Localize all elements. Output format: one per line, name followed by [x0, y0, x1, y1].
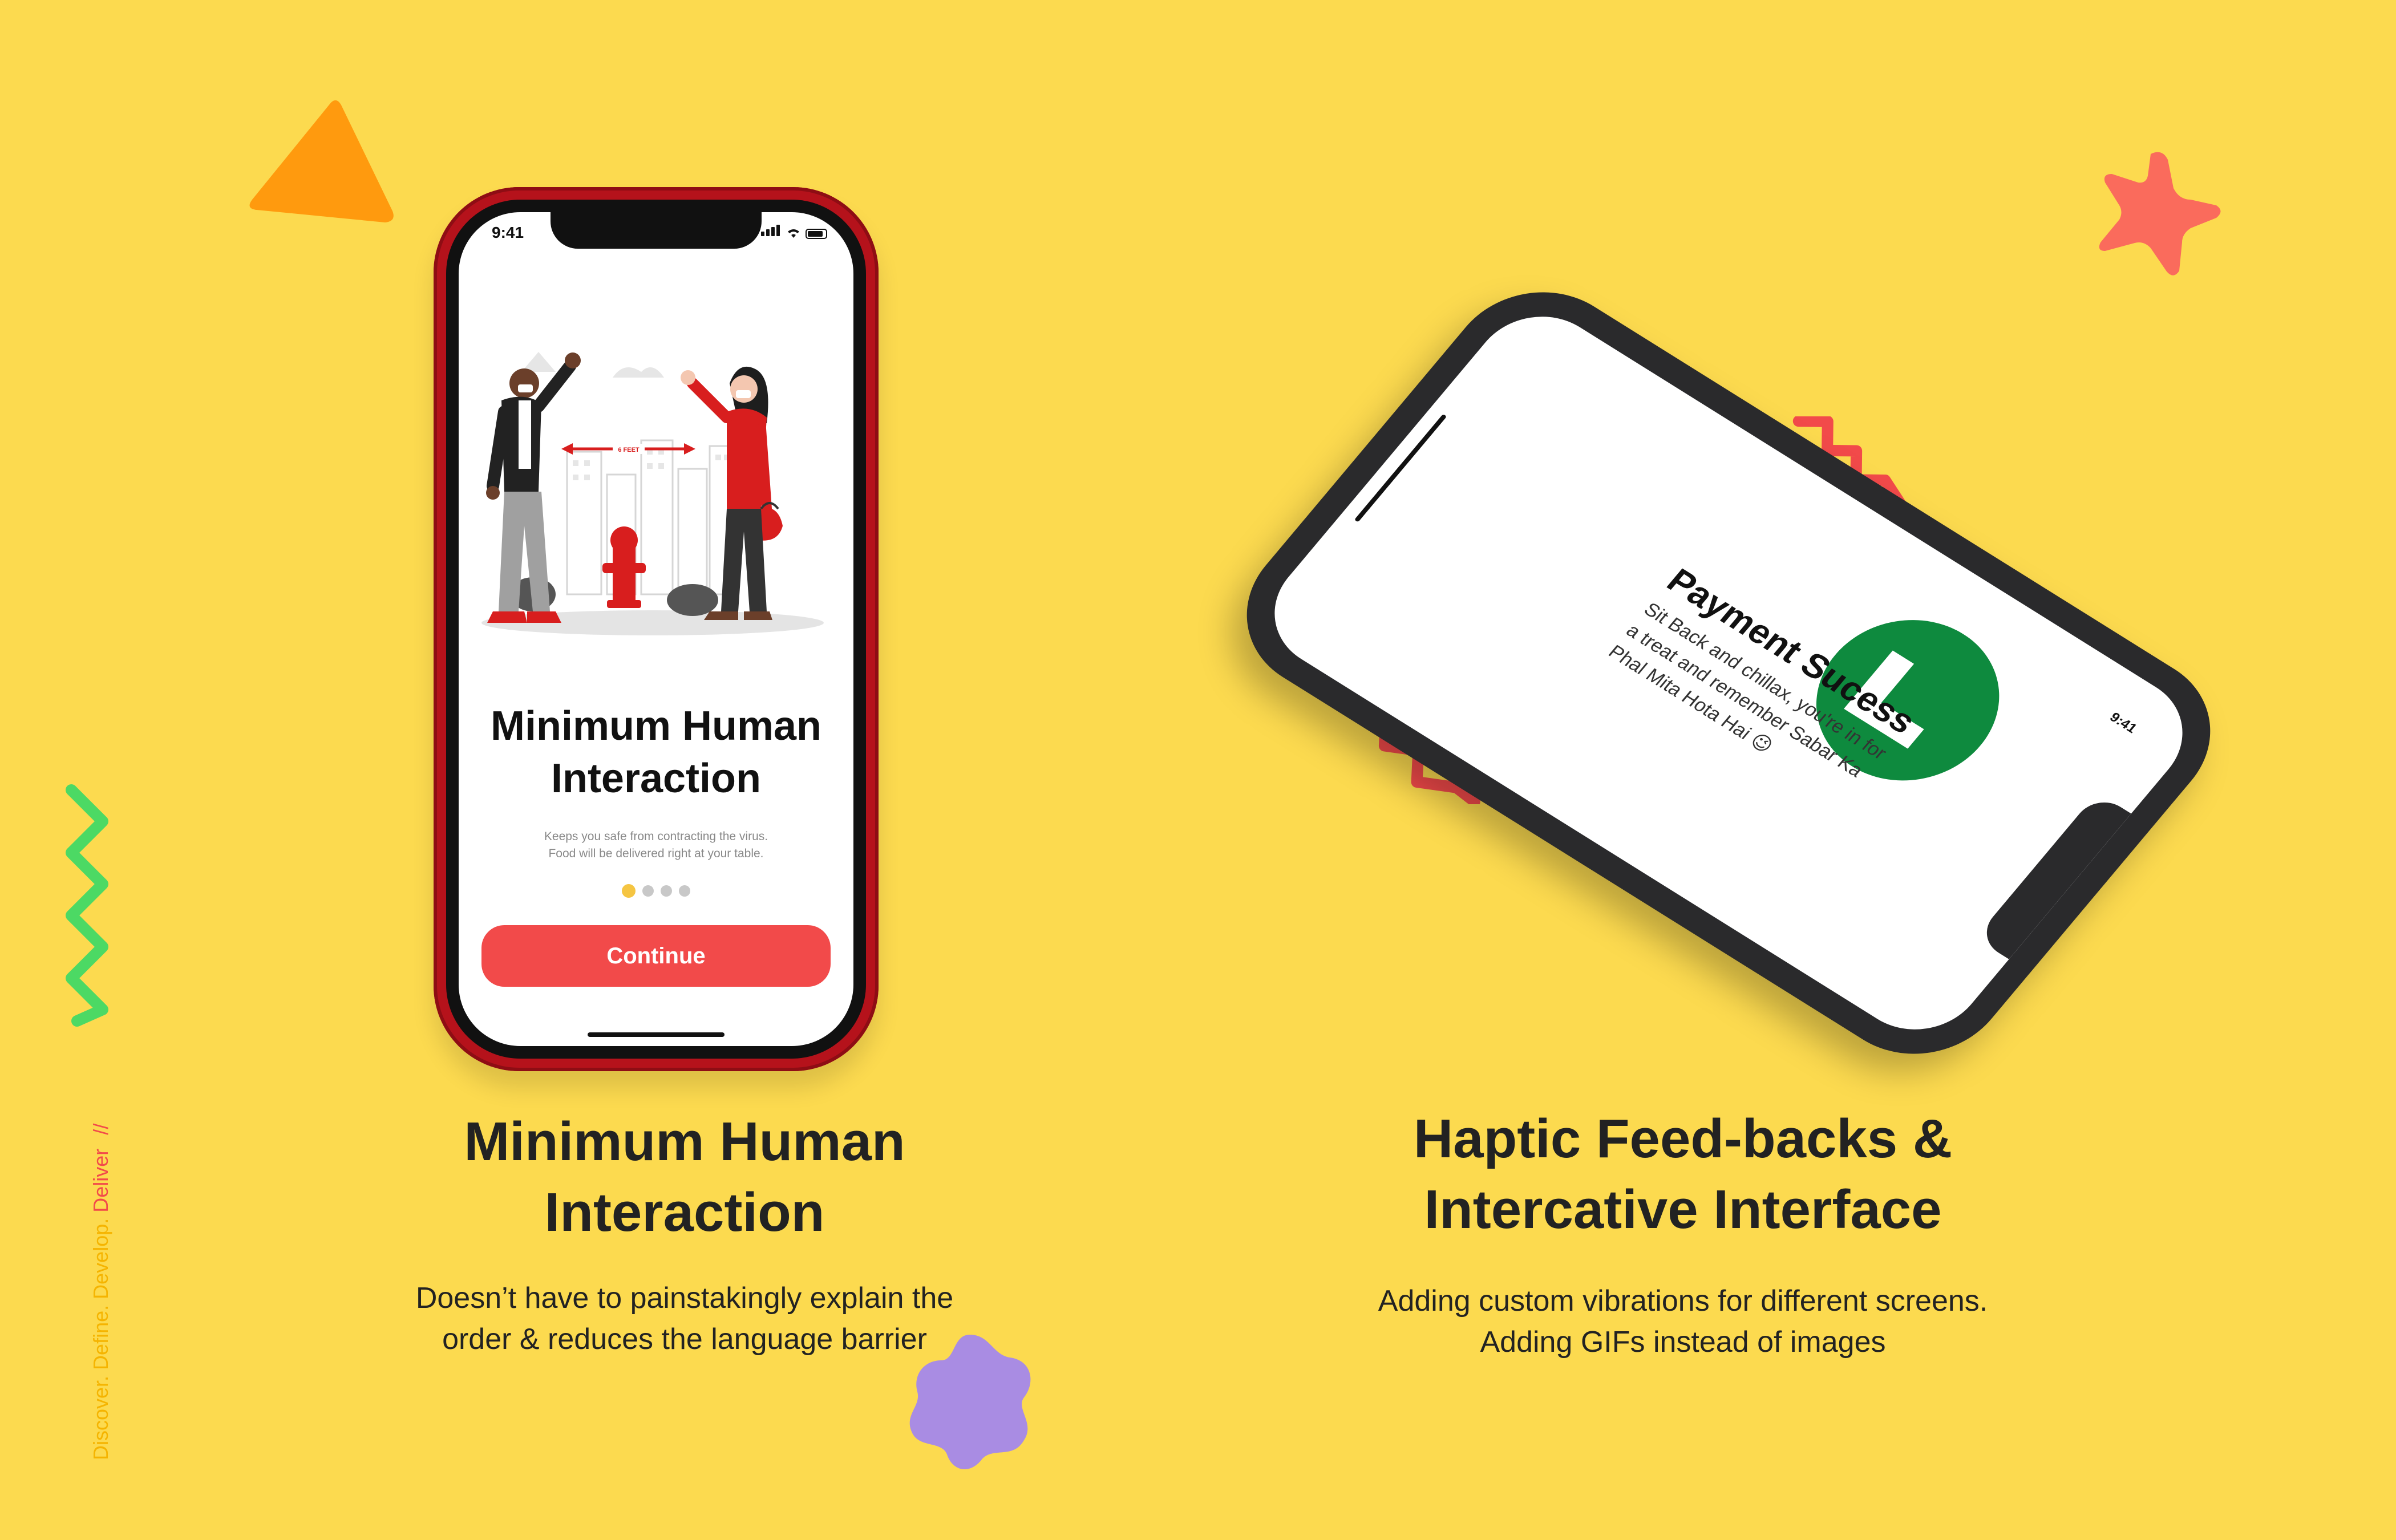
- status-icons: [761, 225, 827, 239]
- signal-icon: [761, 225, 782, 239]
- continue-button[interactable]: Continue: [481, 925, 831, 987]
- tag-slashes: //: [89, 1123, 112, 1135]
- phone-notch: [551, 212, 762, 249]
- page-dot-1[interactable]: [622, 884, 636, 898]
- phone-mockup-onboarding: 9:41 6 FEET Minimum Human Interaction Ke…: [434, 187, 879, 1071]
- onboarding-subtitle: Keeps you safe from contracting the viru…: [544, 830, 768, 860]
- home-indicator[interactable]: [1354, 414, 1447, 522]
- tag-deliver: Deliver: [89, 1148, 112, 1213]
- phone-screen: 9:41 6 FEET Minimum Human Interaction Ke…: [459, 212, 853, 1046]
- page-indicator: [459, 884, 853, 898]
- caption-right-title: Haptic Feed-backs & Intercative Interfac…: [1413, 1108, 1953, 1240]
- green-zigzag-shape: [60, 781, 117, 1027]
- tag-develop: Develop.: [89, 1218, 112, 1299]
- phone-bezel: 9:41 6 FEET Minimum Human Interaction Ke…: [446, 200, 866, 1059]
- coral-star-shape: [2088, 143, 2225, 279]
- orange-triangle-shape: [240, 91, 399, 240]
- page-dot-2[interactable]: [642, 885, 654, 897]
- caption-right-body: Adding custom vibrations for different s…: [1378, 1284, 1988, 1359]
- onboarding-title: Minimum Human Interaction: [490, 703, 821, 801]
- wifi-icon: [788, 229, 799, 238]
- phone-screen: 9:41 Payment Sucess Sit Back and chillax…: [1248, 294, 2209, 1052]
- phone-notch: [1975, 792, 2131, 959]
- page-dot-4[interactable]: [679, 885, 690, 897]
- home-indicator[interactable]: [588, 1032, 725, 1037]
- status-time: 9:41: [2106, 710, 2140, 736]
- battery-icon: [806, 229, 827, 239]
- caption-left-body: Doesn’t have to painstakingly explain th…: [415, 1282, 954, 1356]
- status-time: 9:41: [492, 224, 524, 241]
- distance-label: 6 FEET: [618, 447, 640, 453]
- process-side-tag: Discover. Define. Develop. Deliver //: [89, 1124, 113, 1460]
- caption-left-title: Minimum Human Interaction: [464, 1111, 905, 1243]
- page-dot-3[interactable]: [661, 885, 672, 897]
- tag-define: Define.: [89, 1304, 112, 1370]
- social-distancing-illustration: 6 FEET: [481, 352, 824, 635]
- tag-discover: Discover.: [89, 1375, 112, 1460]
- phone-body: 9:41 Payment Sucess Sit Back and chillax…: [1210, 261, 2247, 1085]
- phone-mockup-payment: 9:41 Payment Sucess Sit Back and chillax…: [1210, 261, 2247, 1085]
- canvas: 9:41 6 FEET Minimum Human Interaction Ke…: [0, 0, 2396, 1540]
